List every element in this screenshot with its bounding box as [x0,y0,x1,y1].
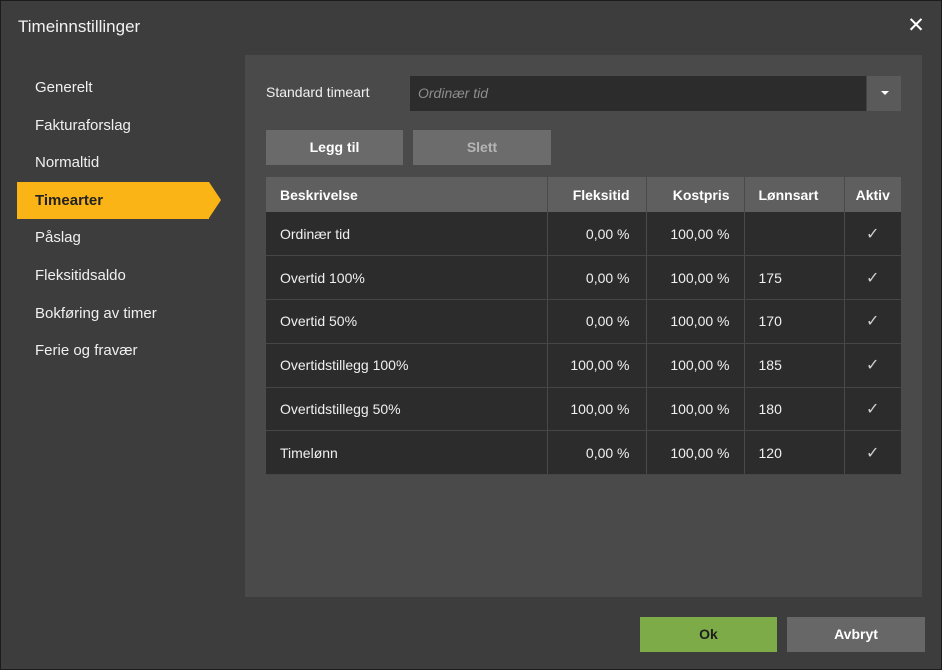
cell-fleksitid: 0,00 % [547,430,647,476]
cell-fleksitid: 100,00 % [547,387,647,432]
table-row[interactable]: Overtid 50% 0,00 % 100,00 % 170 ✓ [266,299,901,344]
cell-beskrivelse: Ordinær tid [266,212,548,257]
table-row[interactable]: Ordinær tid 0,00 % 100,00 % ✓ [266,212,901,257]
cell-beskrivelse: Timelønn [266,430,548,476]
cell-kostpris: 100,00 % [646,299,745,344]
cell-aktiv[interactable]: ✓ [844,343,901,388]
cell-aktiv[interactable]: ✓ [844,430,901,476]
sidebar-item-label: Fakturaforslag [35,116,131,134]
sidebar-item-label: Ferie og fravær [35,342,138,360]
settings-sidebar: Generelt Fakturaforslag Normaltid Timear… [17,69,227,370]
check-icon: ✓ [866,357,880,375]
cell-kostpris: 100,00 % [646,255,745,301]
timeinnstillinger-dialog: Timeinnstillinger ✕ Generelt Fakturafors… [0,0,942,670]
check-icon: ✓ [866,313,880,331]
table-header-row: Beskrivelse Fleksitid Kostpris Lønnsart … [266,177,901,212]
cell-fleksitid: 0,00 % [547,255,647,301]
cell-lonnsart: 170 [744,299,845,344]
check-icon: ✓ [866,444,880,462]
cell-lonnsart: 175 [744,255,845,301]
cell-fleksitid: 0,00 % [547,212,647,257]
cell-lonnsart: 185 [744,343,845,388]
cell-beskrivelse: Overtid 100% [266,255,548,301]
cell-beskrivelse: Overtid 50% [266,299,548,344]
chevron-down-icon[interactable] [866,76,901,111]
cell-kostpris: 100,00 % [646,387,745,432]
close-icon[interactable]: ✕ [904,14,928,38]
table-row[interactable]: Overtid 100% 0,00 % 100,00 % 175 ✓ [266,255,901,301]
cell-aktiv[interactable]: ✓ [844,255,901,301]
ok-button[interactable]: Ok [640,617,777,652]
dialog-title: Timeinnstillinger [18,17,141,36]
column-header-aktiv[interactable]: Aktiv [844,177,901,212]
standard-timeart-value: Ordinær tid [418,85,489,101]
sidebar-item-timearter[interactable]: Timearter [17,181,221,220]
table-row[interactable]: Timelønn 0,00 % 100,00 % 120 ✓ [266,430,901,476]
check-icon: ✓ [866,225,880,243]
standard-timeart-select[interactable]: Ordinær tid [410,76,901,111]
table-row[interactable]: Overtidstillegg 100% 100,00 % 100,00 % 1… [266,343,901,388]
add-button[interactable]: Legg til [266,130,403,165]
table-row[interactable]: Overtidstillegg 50% 100,00 % 100,00 % 18… [266,387,901,432]
sidebar-item-fleksitidsaldo[interactable]: Fleksitidsaldo [17,257,227,295]
check-icon: ✓ [866,269,880,287]
sidebar-item-fakturaforslag[interactable]: Fakturaforslag [17,107,227,145]
sidebar-item-generelt[interactable]: Generelt [17,69,227,107]
check-icon: ✓ [866,401,880,419]
timearter-table: Beskrivelse Fleksitid Kostpris Lønnsart … [266,177,901,476]
cell-aktiv[interactable]: ✓ [844,212,901,257]
sidebar-item-label: Bokføring av timer [35,304,157,322]
sidebar-item-label: Påslag [35,229,81,247]
delete-button[interactable]: Slett [413,130,551,165]
cell-lonnsart [744,212,845,257]
column-header-fleksitid[interactable]: Fleksitid [547,177,647,212]
cell-fleksitid: 0,00 % [547,299,647,344]
cell-lonnsart: 120 [744,430,845,476]
sidebar-item-label: Fleksitidsaldo [35,266,126,284]
column-header-beskrivelse[interactable]: Beskrivelse [266,177,548,212]
sidebar-item-ferie-og-fravaer[interactable]: Ferie og fravær [17,332,227,370]
cancel-button[interactable]: Avbryt [787,617,925,652]
cell-fleksitid: 100,00 % [547,343,647,388]
cell-kostpris: 100,00 % [646,343,745,388]
dialog-titlebar: Timeinnstillinger ✕ [1,1,941,51]
cell-beskrivelse: Overtidstillegg 100% [266,343,548,388]
cell-beskrivelse: Overtidstillegg 50% [266,387,548,432]
column-header-kostpris[interactable]: Kostpris [646,177,745,212]
cell-aktiv[interactable]: ✓ [844,387,901,432]
column-header-lonnsart[interactable]: Lønnsart [744,177,845,212]
sidebar-item-paslag[interactable]: Påslag [17,219,227,257]
timearter-panel: Standard timeart Ordinær tid Legg til Sl… [245,55,922,597]
sidebar-item-bokforing-av-timer[interactable]: Bokføring av timer [17,295,227,333]
standard-timeart-label: Standard timeart [266,84,370,100]
sidebar-item-normaltid[interactable]: Normaltid [17,144,227,182]
cell-aktiv[interactable]: ✓ [844,299,901,344]
sidebar-item-label: Normaltid [35,154,100,172]
sidebar-item-label: Generelt [35,79,93,96]
cell-lonnsart: 180 [744,387,845,432]
cell-kostpris: 100,00 % [646,212,745,257]
cell-kostpris: 100,00 % [646,430,745,476]
sidebar-item-label: Timearter [35,191,104,209]
